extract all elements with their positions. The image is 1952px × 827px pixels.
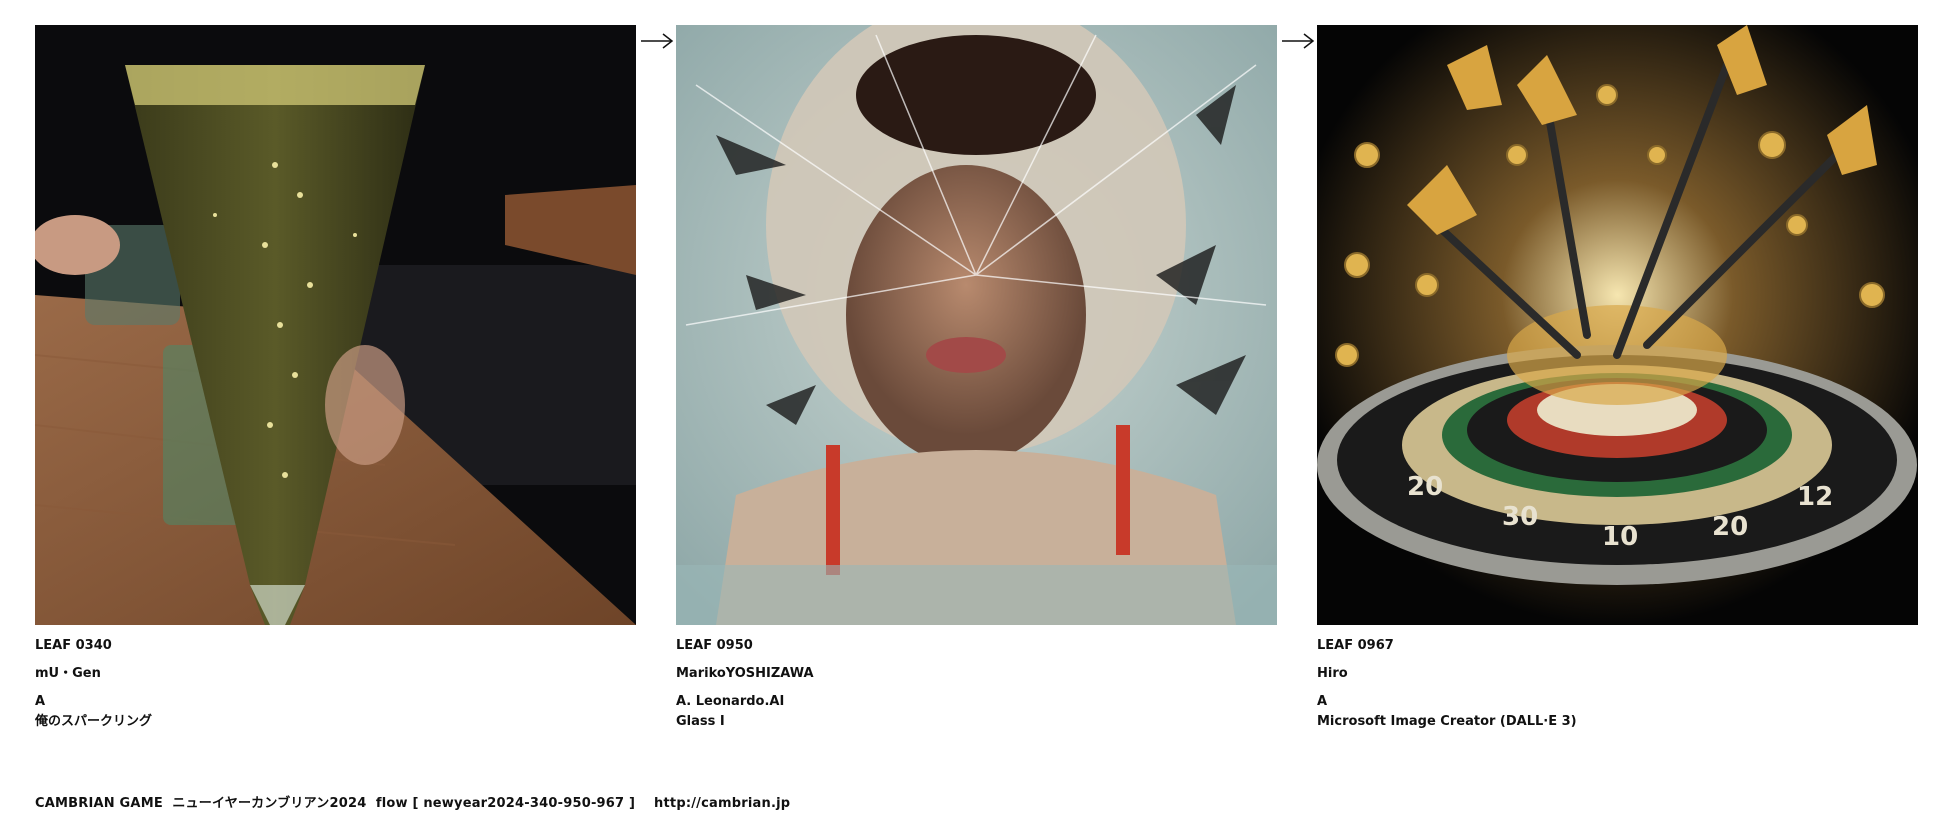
right-arrow-icon — [1282, 33, 1315, 49]
svg-text:20: 20 — [1407, 472, 1443, 502]
svg-text:30: 30 — [1502, 502, 1538, 532]
site-link[interactable]: http://cambrian.jp — [654, 796, 790, 811]
entry-leaf-0340: LEAF 0340 mU・Gen A 俺のスパークリング — [35, 25, 636, 732]
author-name[interactable]: mU・Gen — [35, 664, 636, 684]
entry-leaf-0950: LEAF 0950 MarikoYOSHIZAWA A. Leonardo.AI… — [676, 25, 1277, 732]
darts-dartboard-gold-coins[interactable]: 30 10 20 12 20 — [1317, 25, 1918, 625]
leaf-number: LEAF 0967 — [1317, 638, 1394, 653]
leaf-number: LEAF 0950 — [676, 638, 753, 653]
entry-tool: A — [1317, 694, 1328, 709]
footer-text: CAMBRIAN GAME ニューイヤーカンブリアン2024 flow [ ne… — [35, 796, 655, 811]
entry-title: Glass Ⅰ — [676, 714, 725, 729]
author-name[interactable]: Hiro — [1317, 664, 1918, 684]
entry-title: 俺のスパークリング — [35, 714, 153, 729]
author-name[interactable]: MarikoYOSHIZAWA — [676, 664, 1277, 684]
svg-text:12: 12 — [1797, 482, 1833, 512]
champagne-glass-photo[interactable] — [35, 25, 636, 625]
svg-text:20: 20 — [1712, 512, 1748, 542]
entry-leaf-0967: 30 10 20 12 20 LEAF 0967 Hiro A Microsof… — [1317, 25, 1918, 732]
entry-tool: A — [35, 694, 46, 709]
footer: CAMBRIAN GAME ニューイヤーカンブリアン2024 flow [ ne… — [35, 792, 790, 811]
entry-tool: A. Leonardo.AI — [676, 694, 785, 709]
svg-text:10: 10 — [1602, 522, 1638, 552]
shattered-glass-portrait[interactable] — [676, 25, 1277, 625]
right-arrow-icon — [641, 33, 674, 49]
entry-title: Microsoft Image Creator (DALL·E 3) — [1317, 714, 1577, 729]
leaf-number: LEAF 0340 — [35, 638, 112, 653]
